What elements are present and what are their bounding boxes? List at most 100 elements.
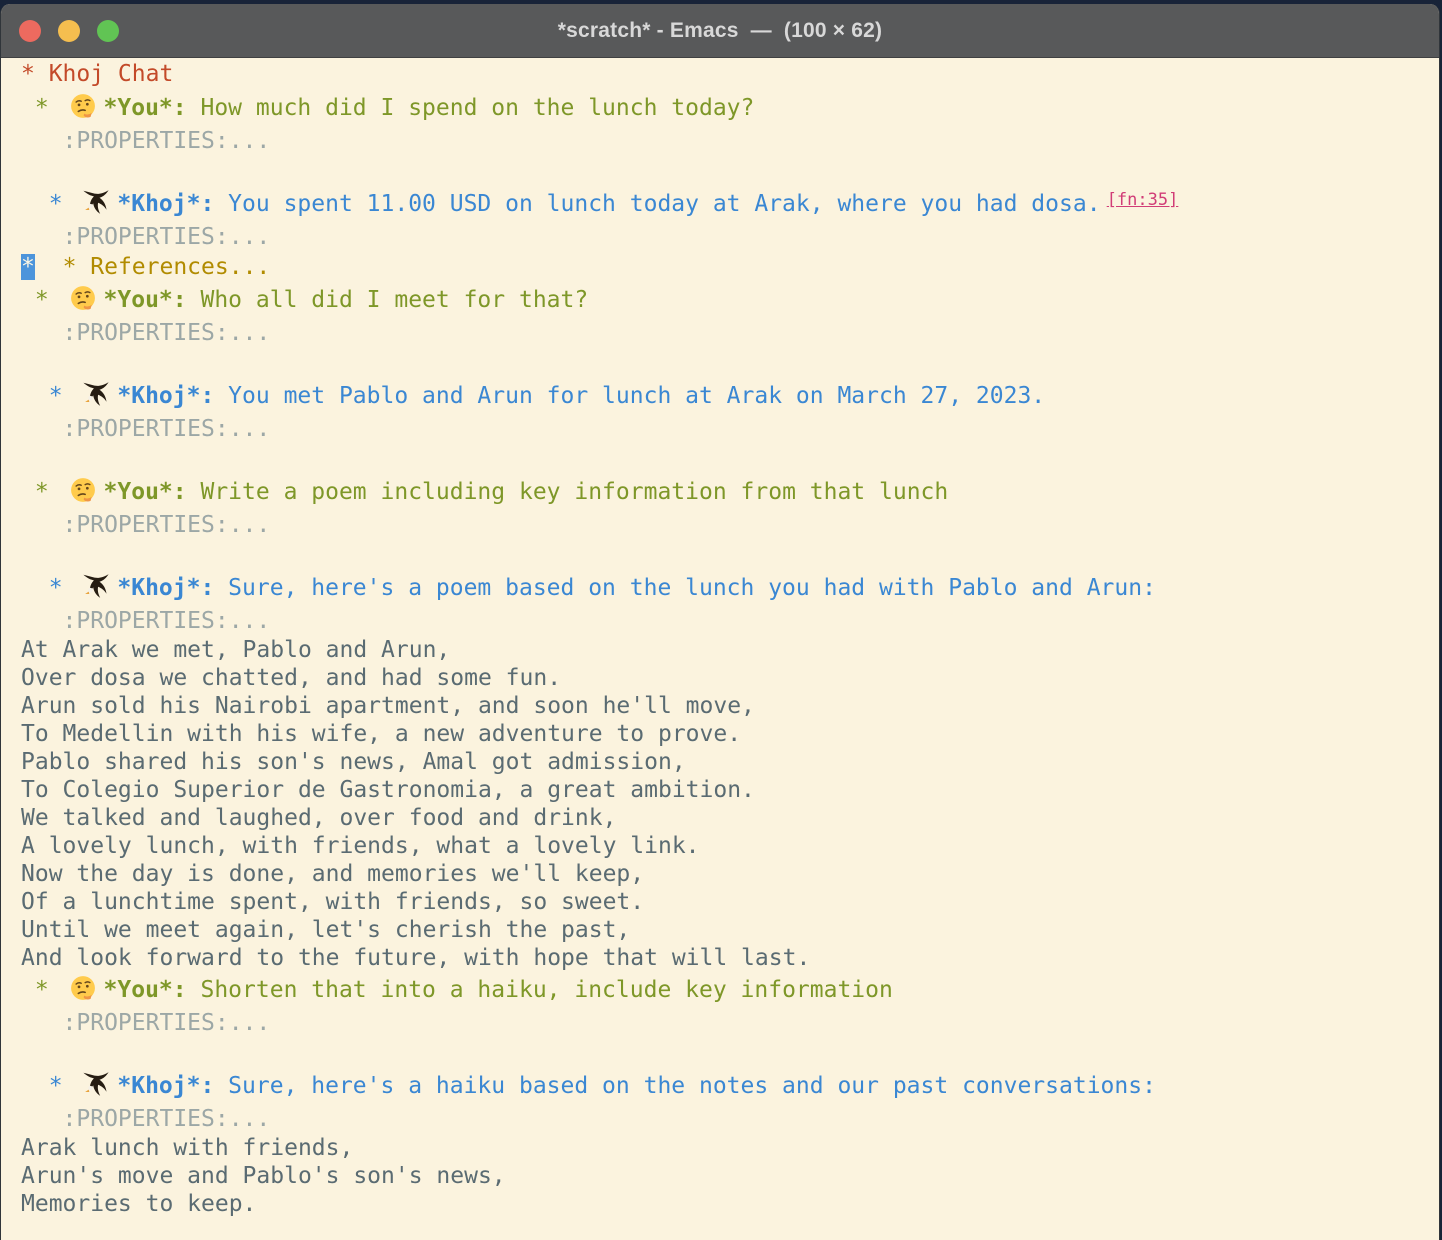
poem-line: Until we meet again, let's cherish the p… bbox=[21, 916, 1439, 944]
eagle-emoji bbox=[82, 1071, 110, 1097]
poem-line: Arun's move and Pablo's son's news, bbox=[21, 1162, 1439, 1190]
poem-line: Arun sold his Nairobi apartment, and soo… bbox=[21, 692, 1439, 720]
blank-line bbox=[21, 1038, 1439, 1068]
window-title: *scratch* - Emacs — (100 × 62) bbox=[558, 19, 883, 43]
properties-drawer: :PROPERTIES:... bbox=[21, 510, 1439, 540]
references-line: * * References... bbox=[21, 252, 1439, 282]
heading-text: * Khoj Chat bbox=[21, 61, 173, 87]
org-bullet: * bbox=[21, 383, 76, 409]
indent bbox=[21, 416, 63, 442]
footnote-link[interactable]: [fn:35] bbox=[1107, 190, 1179, 210]
poem-line: And look forward to the future, with hop… bbox=[21, 944, 1439, 972]
thinking-face-emoji bbox=[69, 975, 97, 1001]
references-folded-heading[interactable]: * References... bbox=[63, 254, 271, 280]
blank bbox=[21, 158, 35, 184]
properties-drawer: :PROPERTIES:... bbox=[21, 222, 1439, 252]
blank-line bbox=[21, 540, 1439, 570]
buffer[interactable]: * Khoj Chat * *You*: How much did I spen… bbox=[1, 58, 1439, 1218]
blank bbox=[21, 1040, 35, 1066]
close-button[interactable] bbox=[19, 20, 41, 42]
org-bullet: * bbox=[21, 1073, 76, 1099]
indent bbox=[21, 320, 63, 346]
org-bullet: * bbox=[21, 479, 63, 505]
properties-drawer-text[interactable]: :PROPERTIES:... bbox=[63, 320, 271, 346]
speaker-label-you: *You*: bbox=[104, 95, 187, 121]
properties-drawer: :PROPERTIES:... bbox=[21, 1104, 1439, 1134]
org-heading-khoj-chat: * Khoj Chat bbox=[21, 58, 1439, 90]
body-line-text: Of a lunchtime spent, with friends, so s… bbox=[21, 889, 644, 915]
blank bbox=[21, 350, 35, 376]
properties-drawer: :PROPERTIES:... bbox=[21, 414, 1439, 444]
blank-line bbox=[21, 444, 1439, 474]
chat-message-text: Write a poem including key information f… bbox=[187, 479, 949, 505]
body-line-text: Until we meet again, let's cherish the p… bbox=[21, 917, 630, 943]
body-line-text: Over dosa we chatted, and had some fun. bbox=[21, 665, 561, 691]
properties-drawer: :PROPERTIES:... bbox=[21, 318, 1439, 348]
body-line-text: Arun sold his Nairobi apartment, and soo… bbox=[21, 693, 755, 719]
poem-line: Of a lunchtime spent, with friends, so s… bbox=[21, 888, 1439, 916]
properties-drawer: :PROPERTIES:... bbox=[21, 126, 1439, 156]
text-cursor: * bbox=[21, 254, 35, 280]
emacs-window: *scratch* - Emacs — (100 × 62) * Khoj Ch… bbox=[0, 4, 1440, 1240]
chat-message-text: You met Pablo and Arun for lunch at Arak… bbox=[214, 383, 1045, 409]
org-bullet: * bbox=[21, 575, 76, 601]
body-line-text: To Colegio Superior de Gastronomia, a gr… bbox=[21, 777, 755, 803]
properties-drawer-text[interactable]: :PROPERTIES:... bbox=[63, 224, 271, 250]
org-bullet: * bbox=[21, 977, 63, 1003]
poem-line: At Arak we met, Pablo and Arun, bbox=[21, 636, 1439, 664]
body-line-text: We talked and laughed, over food and dri… bbox=[21, 805, 616, 831]
properties-drawer-text[interactable]: :PROPERTIES:... bbox=[63, 512, 271, 538]
zoom-button[interactable] bbox=[97, 20, 119, 42]
poem-line: To Medellin with his wife, a new adventu… bbox=[21, 720, 1439, 748]
org-bullet: * bbox=[21, 287, 63, 313]
chat-message-text: You spent 11.00 USD on lunch today at Ar… bbox=[214, 191, 1100, 217]
eagle-emoji bbox=[82, 573, 110, 599]
poem-line: Memories to keep. bbox=[21, 1190, 1439, 1218]
properties-drawer-text[interactable]: :PROPERTIES:... bbox=[63, 1106, 271, 1132]
body-line-text: Arak lunch with friends, bbox=[21, 1135, 353, 1161]
indent bbox=[21, 1010, 63, 1036]
poem-line: Now the day is done, and memories we'll … bbox=[21, 860, 1439, 888]
thinking-face-emoji bbox=[69, 477, 97, 503]
properties-drawer-text[interactable]: :PROPERTIES:... bbox=[63, 416, 271, 442]
chat-message-khoj: * *Khoj*: You spent 11.00 USD on lunch t… bbox=[21, 186, 1439, 222]
org-bullet: * bbox=[21, 191, 76, 217]
speaker-label-khoj: *Khoj*: bbox=[117, 575, 214, 601]
eagle-emoji bbox=[82, 189, 110, 215]
eagle-emoji bbox=[82, 381, 110, 407]
chat-message-text: Sure, here's a haiku based on the notes … bbox=[214, 1073, 1156, 1099]
properties-drawer: :PROPERTIES:... bbox=[21, 606, 1439, 636]
traffic-lights bbox=[19, 4, 119, 57]
minimize-button[interactable] bbox=[58, 20, 80, 42]
blank bbox=[21, 446, 35, 472]
chat-message-you: * *You*: Write a poem including key info… bbox=[21, 474, 1439, 510]
poem-line: Arak lunch with friends, bbox=[21, 1134, 1439, 1162]
poem-line: A lovely lunch, with friends, what a lov… bbox=[21, 832, 1439, 860]
title-bar[interactable]: *scratch* - Emacs — (100 × 62) bbox=[1, 4, 1439, 58]
chat-message-text: Shorten that into a haiku, include key i… bbox=[187, 977, 893, 1003]
chat-message-khoj: * *Khoj*: Sure, here's a poem based on t… bbox=[21, 570, 1439, 606]
speaker-label-khoj: *Khoj*: bbox=[117, 191, 214, 217]
body-line-text: At Arak we met, Pablo and Arun, bbox=[21, 637, 450, 663]
body-line-text: Memories to keep. bbox=[21, 1191, 256, 1217]
properties-drawer-text[interactable]: :PROPERTIES:... bbox=[63, 1010, 271, 1036]
thinking-face-emoji bbox=[69, 93, 97, 119]
chat-message-khoj: * *Khoj*: You met Pablo and Arun for lun… bbox=[21, 378, 1439, 414]
properties-drawer-text[interactable]: :PROPERTIES:... bbox=[63, 608, 271, 634]
body-line-text: Now the day is done, and memories we'll … bbox=[21, 861, 644, 887]
speaker-label-khoj: *Khoj*: bbox=[117, 383, 214, 409]
speaker-label-khoj: *Khoj*: bbox=[117, 1073, 214, 1099]
properties-drawer: :PROPERTIES:... bbox=[21, 1008, 1439, 1038]
speaker-label-you: *You*: bbox=[104, 479, 187, 505]
chat-message-text: Sure, here's a poem based on the lunch y… bbox=[214, 575, 1156, 601]
chat-message-text: Who all did I meet for that? bbox=[187, 287, 589, 313]
indent bbox=[21, 608, 63, 634]
chat-message-you: * *You*: How much did I spend on the lun… bbox=[21, 90, 1439, 126]
blank-line bbox=[21, 348, 1439, 378]
indent bbox=[21, 128, 63, 154]
poem-line: Pablo shared his son's news, Amal got ad… bbox=[21, 748, 1439, 776]
chat-message-you: * *You*: Who all did I meet for that? bbox=[21, 282, 1439, 318]
chat-message-you: * *You*: Shorten that into a haiku, incl… bbox=[21, 972, 1439, 1008]
indent bbox=[21, 512, 63, 538]
properties-drawer-text[interactable]: :PROPERTIES:... bbox=[63, 128, 271, 154]
